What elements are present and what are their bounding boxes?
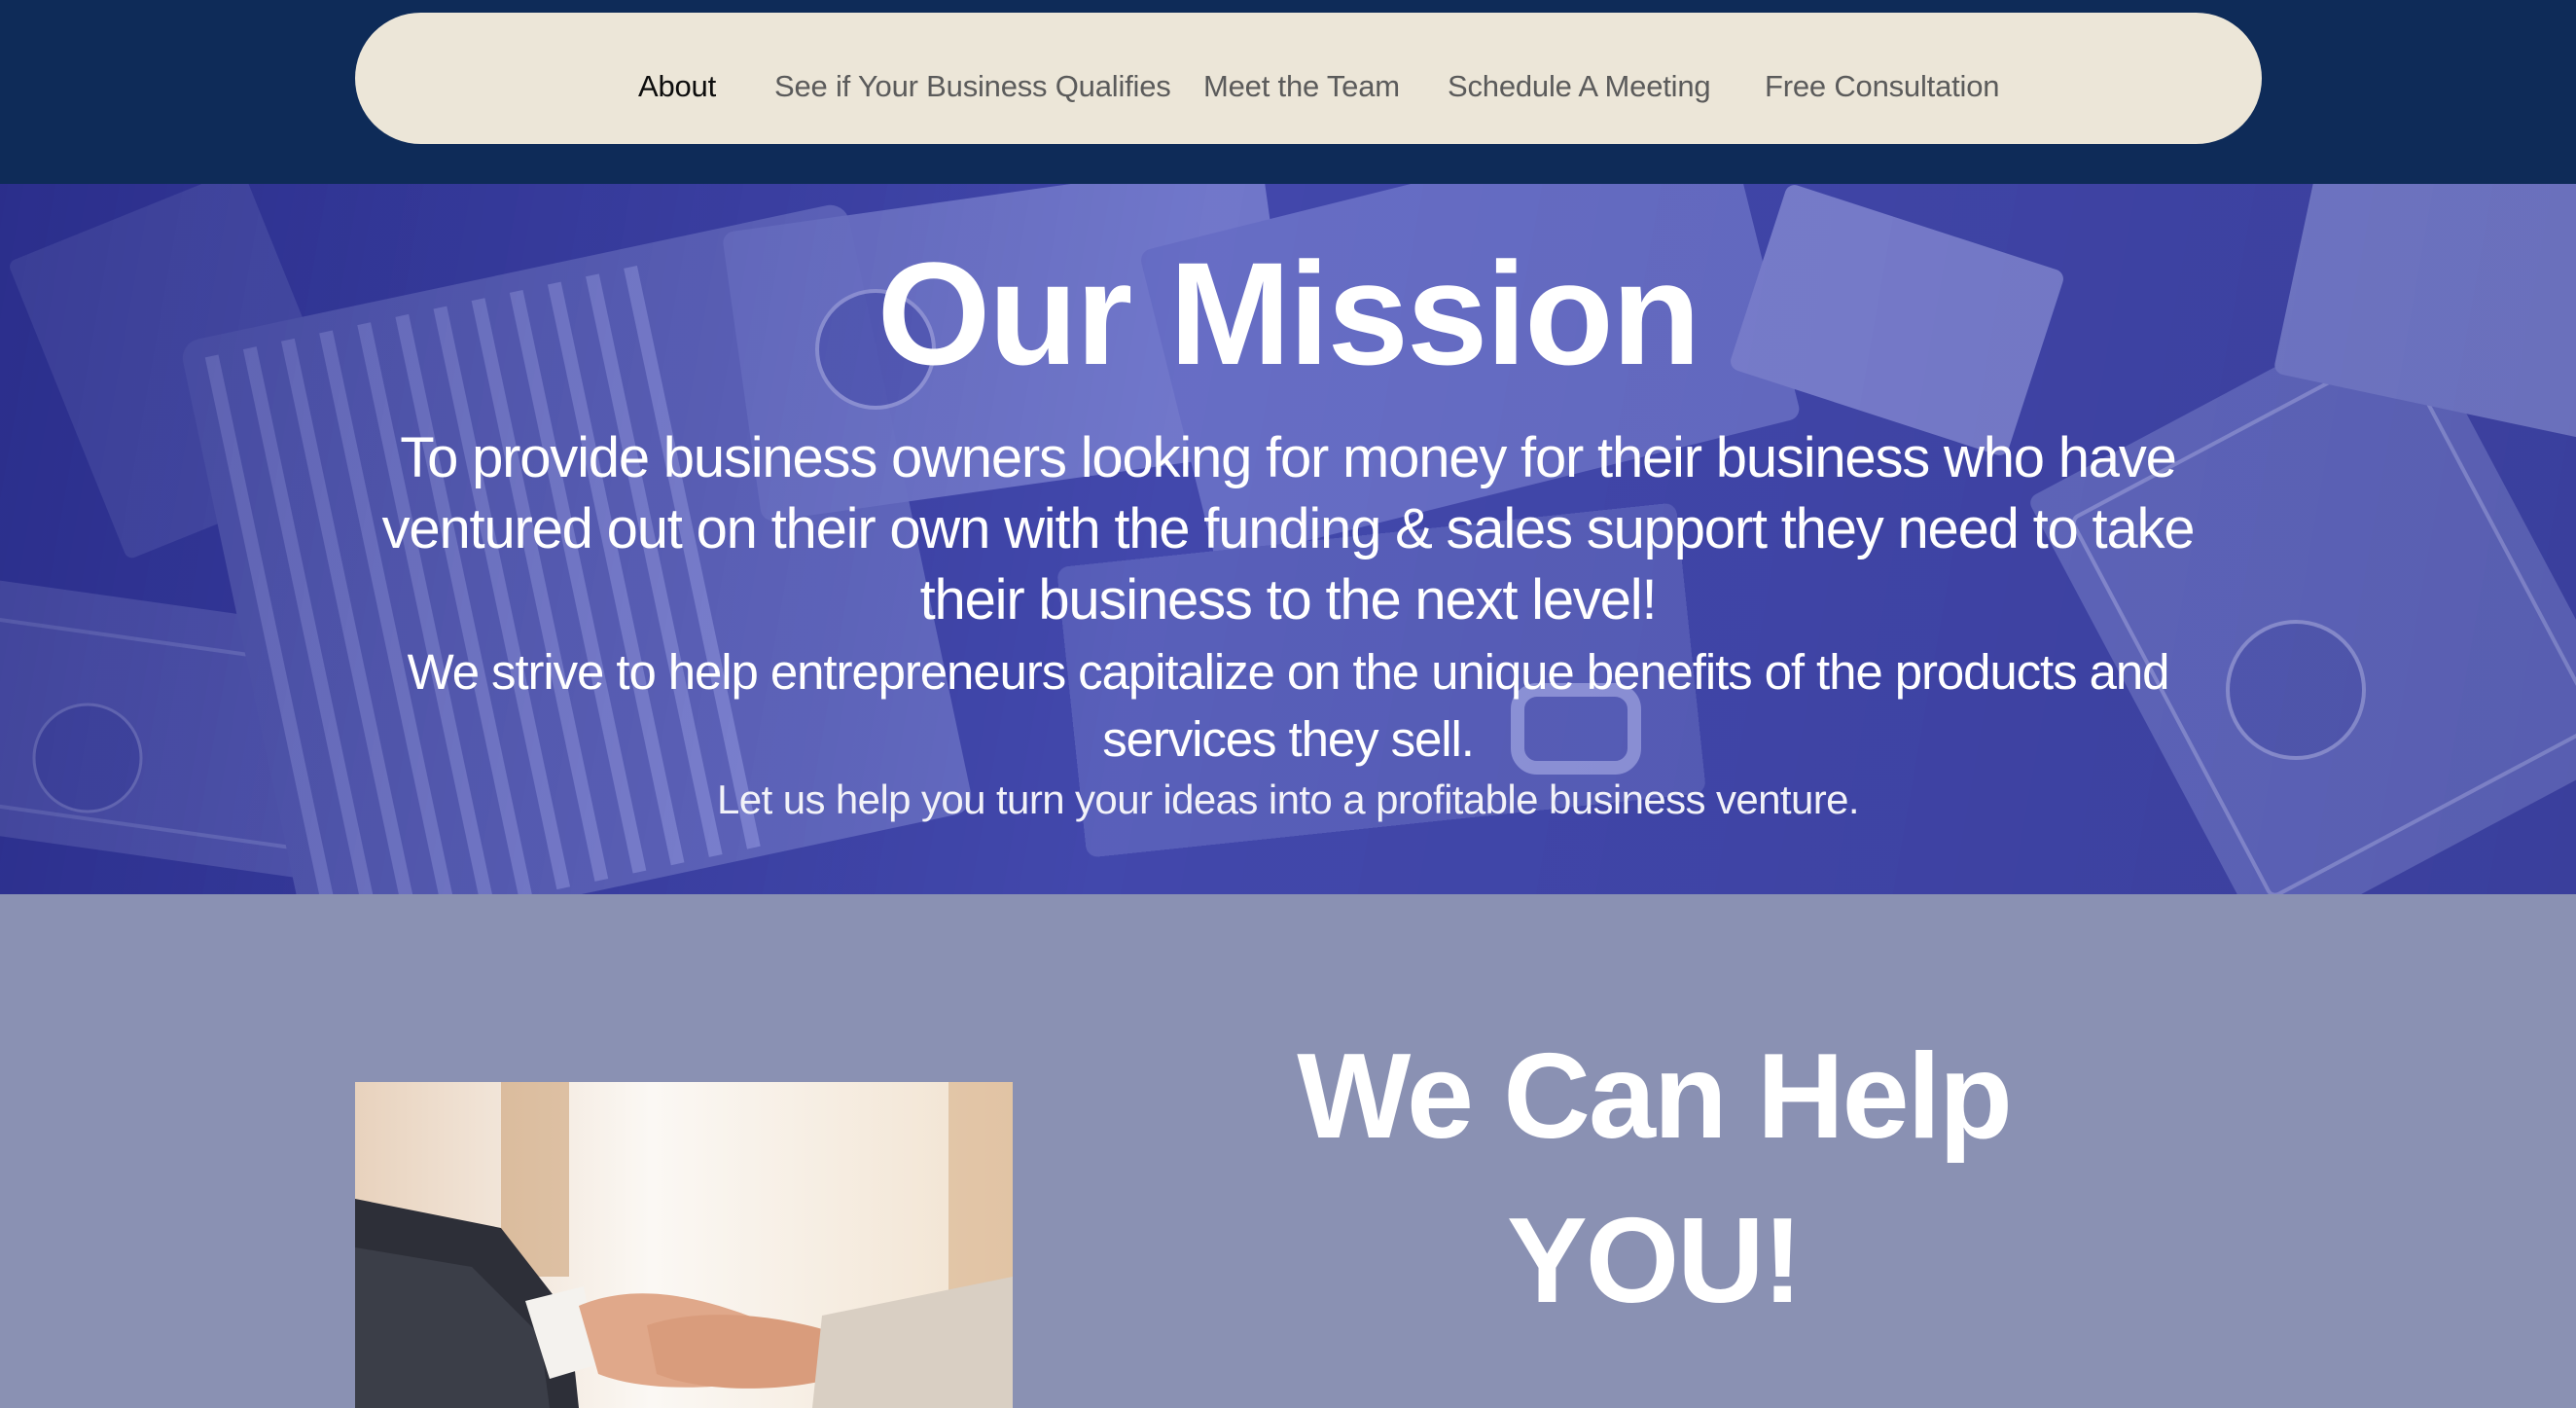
nav-meet-the-team[interactable]: Meet the Team — [1203, 69, 1400, 104]
page-title: Our Mission — [877, 232, 1701, 395]
nav-free-consultation[interactable]: Free Consultation — [1765, 69, 1999, 104]
header-bar: About See if Your Business Qualifies Mee… — [0, 0, 2576, 184]
section-heading-line1: We Can Help — [1297, 1029, 2013, 1164]
nav-about[interactable]: About — [638, 69, 716, 104]
nav-schedule-a-meeting[interactable]: Schedule A Meeting — [1448, 69, 1711, 104]
mission-statement: To provide business owners looking for m… — [381, 426, 2196, 632]
nav-see-if-your-business-qualifies[interactable]: See if Your Business Qualifies — [774, 69, 1171, 104]
mission-hero: Our Mission To provide business owners l… — [0, 184, 2576, 894]
we-can-help-section: We Can Help YOU! — [0, 894, 2576, 1408]
main-nav: About See if Your Business Qualifies Mee… — [355, 13, 2262, 144]
section-heading-line2: YOU! — [1507, 1194, 1803, 1328]
mission-strive-text: We strive to help entrepreneurs capitali… — [407, 644, 2170, 767]
handshake-image — [355, 1082, 1013, 1408]
mission-tagline: Let us help you turn your ideas into a p… — [717, 776, 1859, 822]
